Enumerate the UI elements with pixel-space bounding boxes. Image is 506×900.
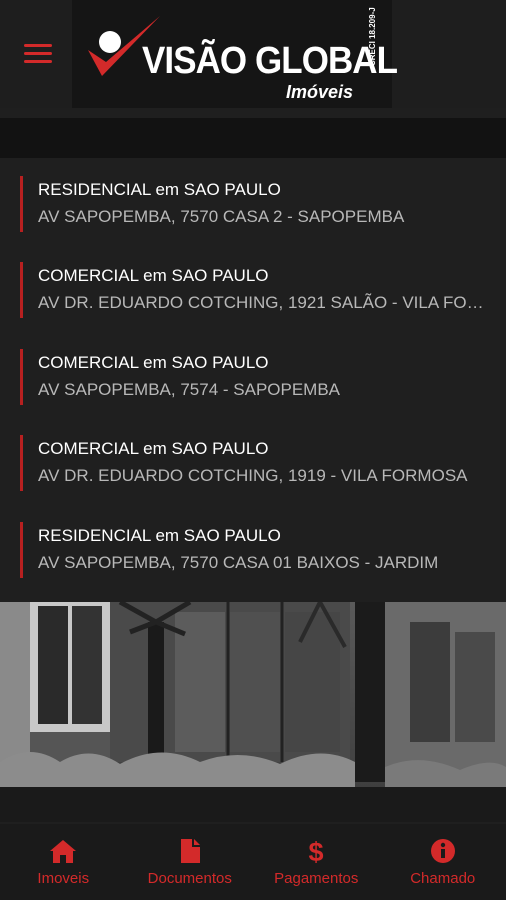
list-item-accent-bar: [20, 262, 23, 319]
list-item-accent-bar: [20, 435, 23, 492]
building-photo-image: [0, 602, 506, 822]
list-item[interactable]: COMERCIAL em SAO PAULO AV DR. EDUARDO CO…: [0, 419, 506, 505]
list-item[interactable]: RESIDENCIAL em SAO PAULO AV SAPOPEMBA, 7…: [0, 506, 506, 592]
tab-chamado[interactable]: Chamado: [380, 824, 506, 900]
list-item[interactable]: RESIDENCIAL em SAO PAULO AV SAPOPEMBA, 7…: [0, 160, 506, 246]
listing-type-city: RESIDENCIAL em SAO PAULO: [38, 525, 281, 545]
logo-creci: CRECI 18.209-J: [368, 7, 377, 66]
home-icon: [50, 840, 77, 863]
listing-address: AV SAPOPEMBA, 7574 - SAPOPEMBA: [38, 379, 341, 399]
logo-title: VISÃO GLOBAL: [142, 40, 398, 82]
tab-imoveis[interactable]: Imoveis: [0, 824, 127, 900]
list-item-accent-bar: [20, 521, 23, 578]
document-icon: [180, 839, 200, 863]
listing-address: AV SAPOPEMBA, 7570 CASA 01 BAIXOS - JARD…: [38, 552, 439, 572]
info-icon: [430, 839, 455, 863]
tab-label: Pagamentos: [274, 870, 359, 887]
listing-address: AV SAPOPEMBA, 7570 CASA 2 - SAPOPEMBA: [38, 207, 405, 226]
listing-type-city: COMERCIAL em SAO PAULO: [38, 352, 269, 372]
menu-icon[interactable]: [24, 44, 52, 66]
list-item[interactable]: COMERCIAL em SAO PAULO AV SAPOPEMBA, 757…: [0, 333, 506, 419]
dollar-icon: $: [309, 838, 324, 864]
logo-subtitle: Imóveis: [286, 82, 354, 102]
list-item[interactable]: COMERCIAL em SAO PAULO AV DR. EDUARDO CO…: [0, 246, 506, 332]
tab-pagamentos[interactable]: $ Pagamentos: [253, 824, 380, 900]
listing-address: AV DR. EDUARDO COTCHING, 1919 - VILA FOR…: [38, 466, 468, 486]
logo: VISÃO GLOBAL Imóveis CRECI 18.209-J: [72, 0, 398, 108]
bottom-tab-bar: Imoveis Documentos $ Pagamentos Chamado: [0, 824, 506, 900]
listing-list: RESIDENCIAL em SAO PAULO AV SAPOPEMBA, 7…: [0, 160, 506, 592]
list-item-accent-bar: [20, 176, 23, 232]
listing-type-city: RESIDENCIAL em SAO PAULO: [38, 180, 281, 199]
tab-label: Chamado: [410, 870, 476, 887]
tab-documentos[interactable]: Documentos: [127, 824, 254, 900]
listing-type-city: COMERCIAL em SAO PAULO: [38, 266, 269, 286]
tab-label: Documentos: [147, 870, 232, 887]
svg-text:$: $: [309, 838, 324, 864]
app-header: VISÃO GLOBAL Imóveis CRECI 18.209-J: [0, 0, 506, 108]
list-item-accent-bar: [20, 348, 23, 405]
header-divider: [0, 118, 506, 158]
listing-type-city: COMERCIAL em SAO PAULO: [38, 439, 269, 459]
tab-label: Imoveis: [37, 870, 90, 887]
listing-address: AV DR. EDUARDO COTCHING, 1921 SALÃO - VI…: [38, 293, 486, 313]
building-photo: [0, 602, 506, 822]
